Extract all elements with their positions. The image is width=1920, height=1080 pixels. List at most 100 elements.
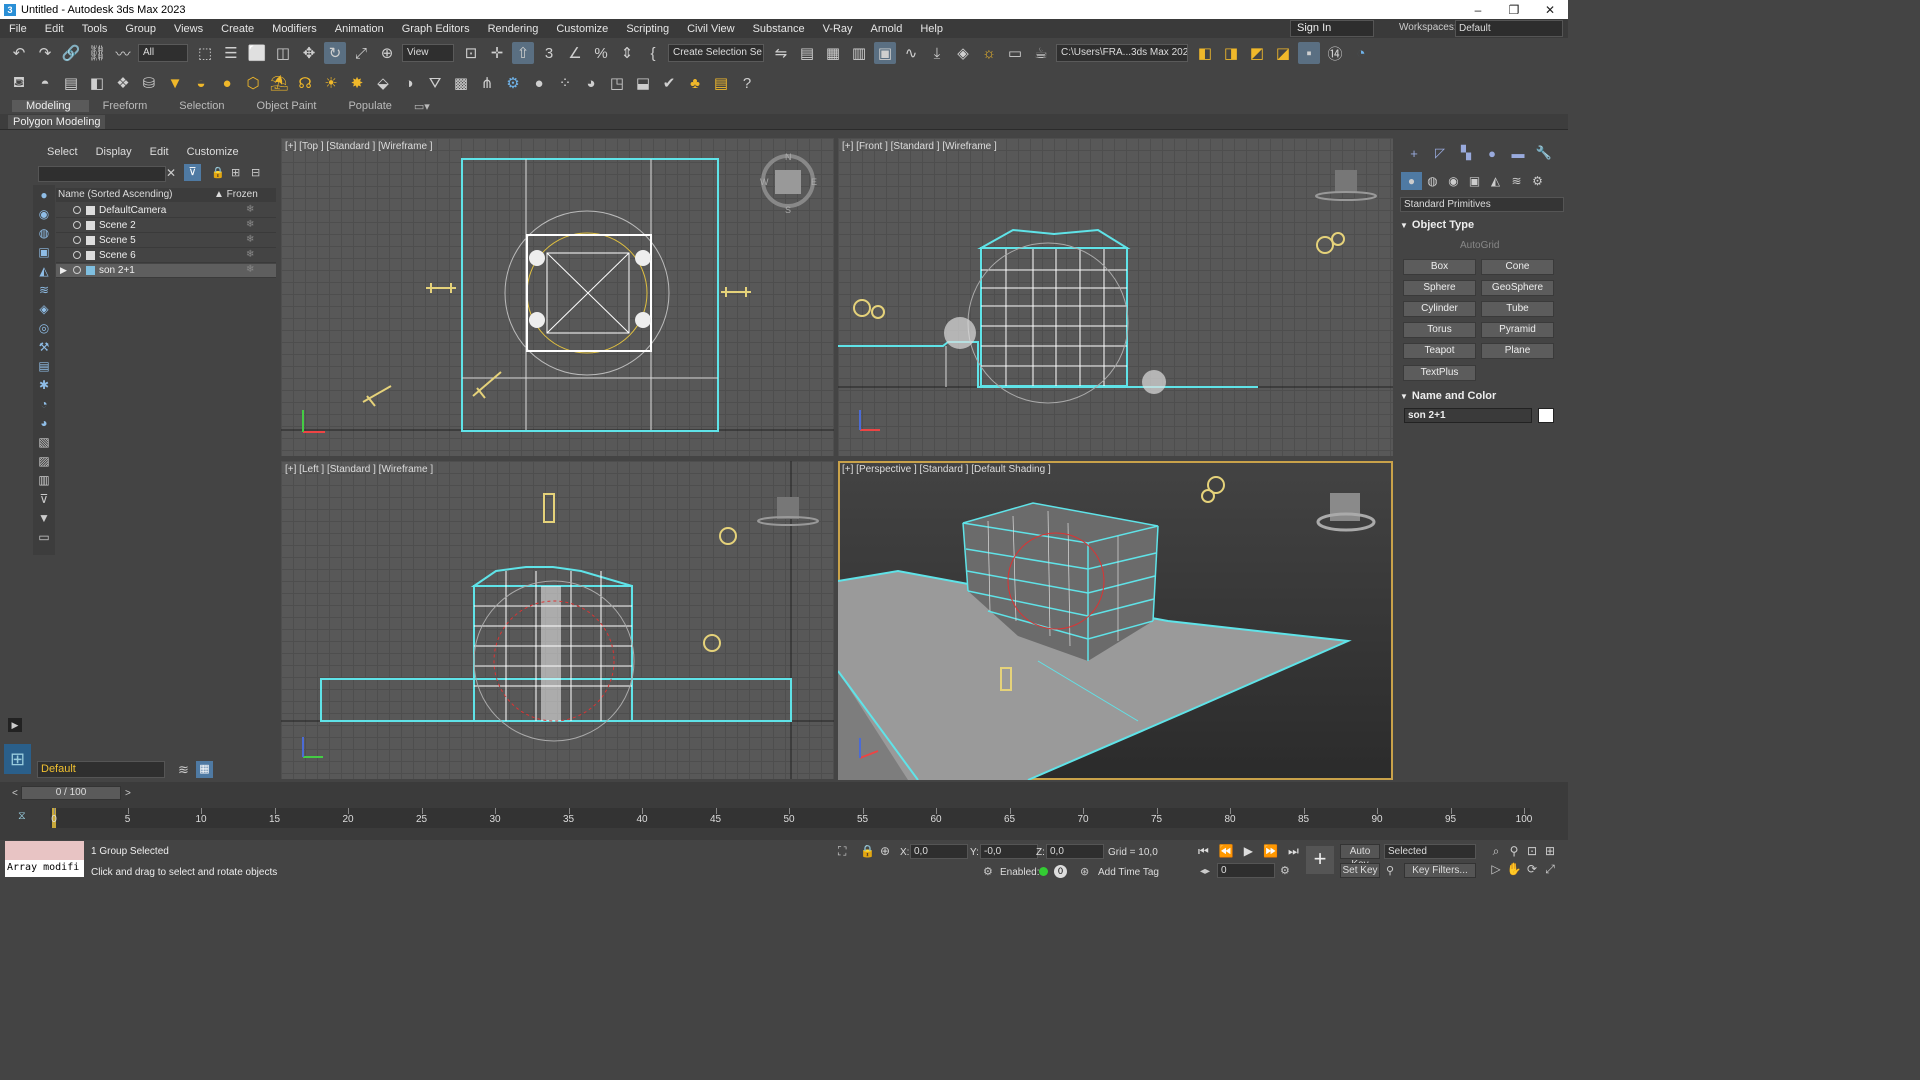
viewport-perspective[interactable]: [+] [Perspective ] [Standard ] [Default … xyxy=(838,461,1393,780)
prev-key-icon[interactable]: ⏪ xyxy=(1219,844,1234,859)
vray-help-icon[interactable]: ? xyxy=(736,72,758,94)
explorer-row-selected[interactable]: ▶ son 2+1 ❄ xyxy=(56,264,276,278)
explorer-row[interactable]: Scene 6 ❄ xyxy=(56,249,276,263)
viewport-front[interactable]: [+] [Front ] [Standard ] [Wireframe ] xyxy=(838,138,1393,456)
rotate-icon[interactable]: ↻ xyxy=(324,42,346,64)
material-editor-icon[interactable]: ◈ xyxy=(952,42,974,64)
keyboard-shortcut-icon[interactable]: ⇧ xyxy=(512,42,534,64)
utilities-tab-icon[interactable]: 🔧 xyxy=(1531,144,1557,162)
vray-decal-icon[interactable]: ⚙ xyxy=(502,72,524,94)
freeze-icon[interactable]: ❄ xyxy=(246,219,254,230)
particles-filter-icon[interactable]: ✱ xyxy=(34,375,54,394)
geosphere-button[interactable]: GeoSphere xyxy=(1481,280,1554,296)
xrefs-filter-icon[interactable]: ◎ xyxy=(34,318,54,337)
project-settings-icon[interactable]: ◩ xyxy=(1246,42,1268,64)
add-time-tag-label[interactable]: Add Time Tag xyxy=(1098,867,1159,878)
key-filter-icon[interactable]: ⚲ xyxy=(1386,864,1394,877)
vray-fur-icon[interactable]: ❖ xyxy=(112,72,134,94)
visibility-icon[interactable] xyxy=(73,221,81,229)
display-tab-icon[interactable]: ▬ xyxy=(1505,144,1531,162)
rendered-frame-icon[interactable]: ▭ xyxy=(1004,42,1026,64)
visibility-icon[interactable] xyxy=(73,266,81,274)
viewport-layout-icon[interactable]: ⊞ xyxy=(4,744,31,774)
orbit-icon[interactable]: ⟳ xyxy=(1524,862,1540,878)
key-filters-button[interactable]: Key Filters... xyxy=(1404,863,1476,878)
freeze-icon[interactable]: ❄ xyxy=(246,264,254,275)
vray-proxy-icon[interactable]: ◧ xyxy=(86,72,108,94)
viewport-left[interactable]: [+] [Left ] [Standard ] [Wireframe ] xyxy=(281,461,834,779)
unlink-icon[interactable]: ⛓ xyxy=(86,42,108,64)
pan-icon[interactable]: ✋ xyxy=(1506,862,1522,878)
frozen-filter-icon[interactable]: ◔ xyxy=(34,394,54,413)
autobackup-icon[interactable]: ◔ xyxy=(1350,42,1372,64)
maxscript-listener[interactable] xyxy=(5,841,84,861)
teapot-button[interactable]: Teapot xyxy=(1403,343,1476,359)
render-production-icon[interactable]: ☕ xyxy=(1030,42,1052,64)
vray-fur2-icon[interactable]: ⋔ xyxy=(476,72,498,94)
set-key-button[interactable]: Set Key xyxy=(1340,863,1380,878)
move-icon[interactable]: ✥ xyxy=(298,42,320,64)
object-name-field[interactable]: son 2+1 xyxy=(1404,408,1532,423)
menu-help[interactable]: Help xyxy=(911,23,952,35)
current-frame-field[interactable]: 0 xyxy=(1217,863,1275,878)
teapot-icon[interactable]: ⛾ xyxy=(8,72,30,94)
expand-arrow-icon[interactable]: ▶ xyxy=(60,265,67,276)
funnel-filled-icon[interactable]: ▼ xyxy=(34,508,54,527)
groups-filter-icon[interactable]: ◈ xyxy=(34,299,54,318)
named-selection-dropdown[interactable]: Create Selection Se xyxy=(668,44,764,62)
layer-sort-icon[interactable]: ⊟ xyxy=(251,166,260,179)
go-to-end-icon[interactable]: ⏭ xyxy=(1288,844,1299,859)
tab-selection[interactable]: Selection xyxy=(165,100,242,112)
render-setup-icon[interactable]: ☼ xyxy=(978,42,1000,64)
autogrid-checkbox[interactable]: AutoGrid xyxy=(1460,240,1499,251)
set-key-big-button[interactable]: + xyxy=(1306,846,1334,874)
vray-sphere-icon[interactable]: ◓ xyxy=(34,72,56,94)
freeze-icon[interactable]: ❄ xyxy=(246,234,254,245)
vray-bitmap-icon[interactable]: ⬓ xyxy=(632,72,654,94)
vray-ies-icon[interactable]: ⛱ xyxy=(268,72,290,94)
y-coord-field[interactable]: -0,0 xyxy=(980,844,1038,859)
menu-vray[interactable]: V-Ray xyxy=(814,23,862,35)
helpers-icon[interactable]: ◭ xyxy=(1485,172,1506,190)
isolate-icon[interactable]: ⛶ xyxy=(838,844,846,859)
pyramid-button[interactable]: Pyramid xyxy=(1481,322,1554,338)
systems-icon[interactable]: ⚙ xyxy=(1527,172,1548,190)
align-icon[interactable]: ▤ xyxy=(796,42,818,64)
hierarchy-tab-icon[interactable]: ▚ xyxy=(1453,144,1479,162)
tab-modeling[interactable]: Modeling xyxy=(12,100,89,112)
prev-frame-icon[interactable]: < xyxy=(12,788,18,799)
none-filter-icon[interactable]: ▨ xyxy=(34,451,54,470)
menu-graph-editors[interactable]: Graph Editors xyxy=(393,23,479,35)
lights-filter-icon[interactable]: ◍ xyxy=(34,223,54,242)
fov-icon[interactable]: ▷ xyxy=(1488,862,1504,878)
workspaces-dropdown[interactable]: Default xyxy=(1455,20,1563,37)
zoom-icon[interactable]: ⌕ xyxy=(1488,844,1504,860)
menu-customize[interactable]: Customize xyxy=(547,23,617,35)
vray-sky-icon[interactable]: ◑ xyxy=(398,72,420,94)
menu-scripting[interactable]: Scripting xyxy=(617,23,678,35)
explorer-menu-edit[interactable]: Edit xyxy=(150,146,169,158)
visibility-icon[interactable] xyxy=(73,206,81,214)
mirror-icon[interactable]: ⇋ xyxy=(770,42,792,64)
motion-tab-icon[interactable]: ● xyxy=(1479,144,1505,162)
vray-plane-icon[interactable]: ⬙ xyxy=(372,72,394,94)
vray-material-icon[interactable]: ● xyxy=(528,72,550,94)
cameras-icon[interactable]: ▣ xyxy=(1464,172,1485,190)
lights-icon[interactable]: ◉ xyxy=(1443,172,1464,190)
vray-dome-light-icon[interactable]: ◒ xyxy=(190,72,212,94)
reference-coord-dropdown[interactable]: View xyxy=(402,44,454,62)
time-config-icon[interactable]: ⚙ xyxy=(1280,864,1290,877)
create-tab-icon[interactable]: + xyxy=(1401,144,1427,162)
sign-in-dropdown[interactable]: Sign In xyxy=(1290,20,1374,37)
redo-icon[interactable]: ↷ xyxy=(34,42,56,64)
maximize-viewport-icon[interactable]: ⤢ xyxy=(1542,862,1558,878)
go-to-start-icon[interactable]: ⏮ xyxy=(1198,844,1209,859)
select-object-icon[interactable]: ⬚ xyxy=(194,42,216,64)
tab-object-paint[interactable]: Object Paint xyxy=(243,100,335,112)
menu-create[interactable]: Create xyxy=(212,23,263,35)
menu-modifiers[interactable]: Modifiers xyxy=(263,23,326,35)
menu-rendering[interactable]: Rendering xyxy=(479,23,548,35)
viewport-top[interactable]: [+] [Top ] [Standard ] [Wireframe ] N S … xyxy=(281,138,834,456)
menu-civil-view[interactable]: Civil View xyxy=(678,23,743,35)
curve-editor-icon[interactable]: ∿ xyxy=(900,42,922,64)
